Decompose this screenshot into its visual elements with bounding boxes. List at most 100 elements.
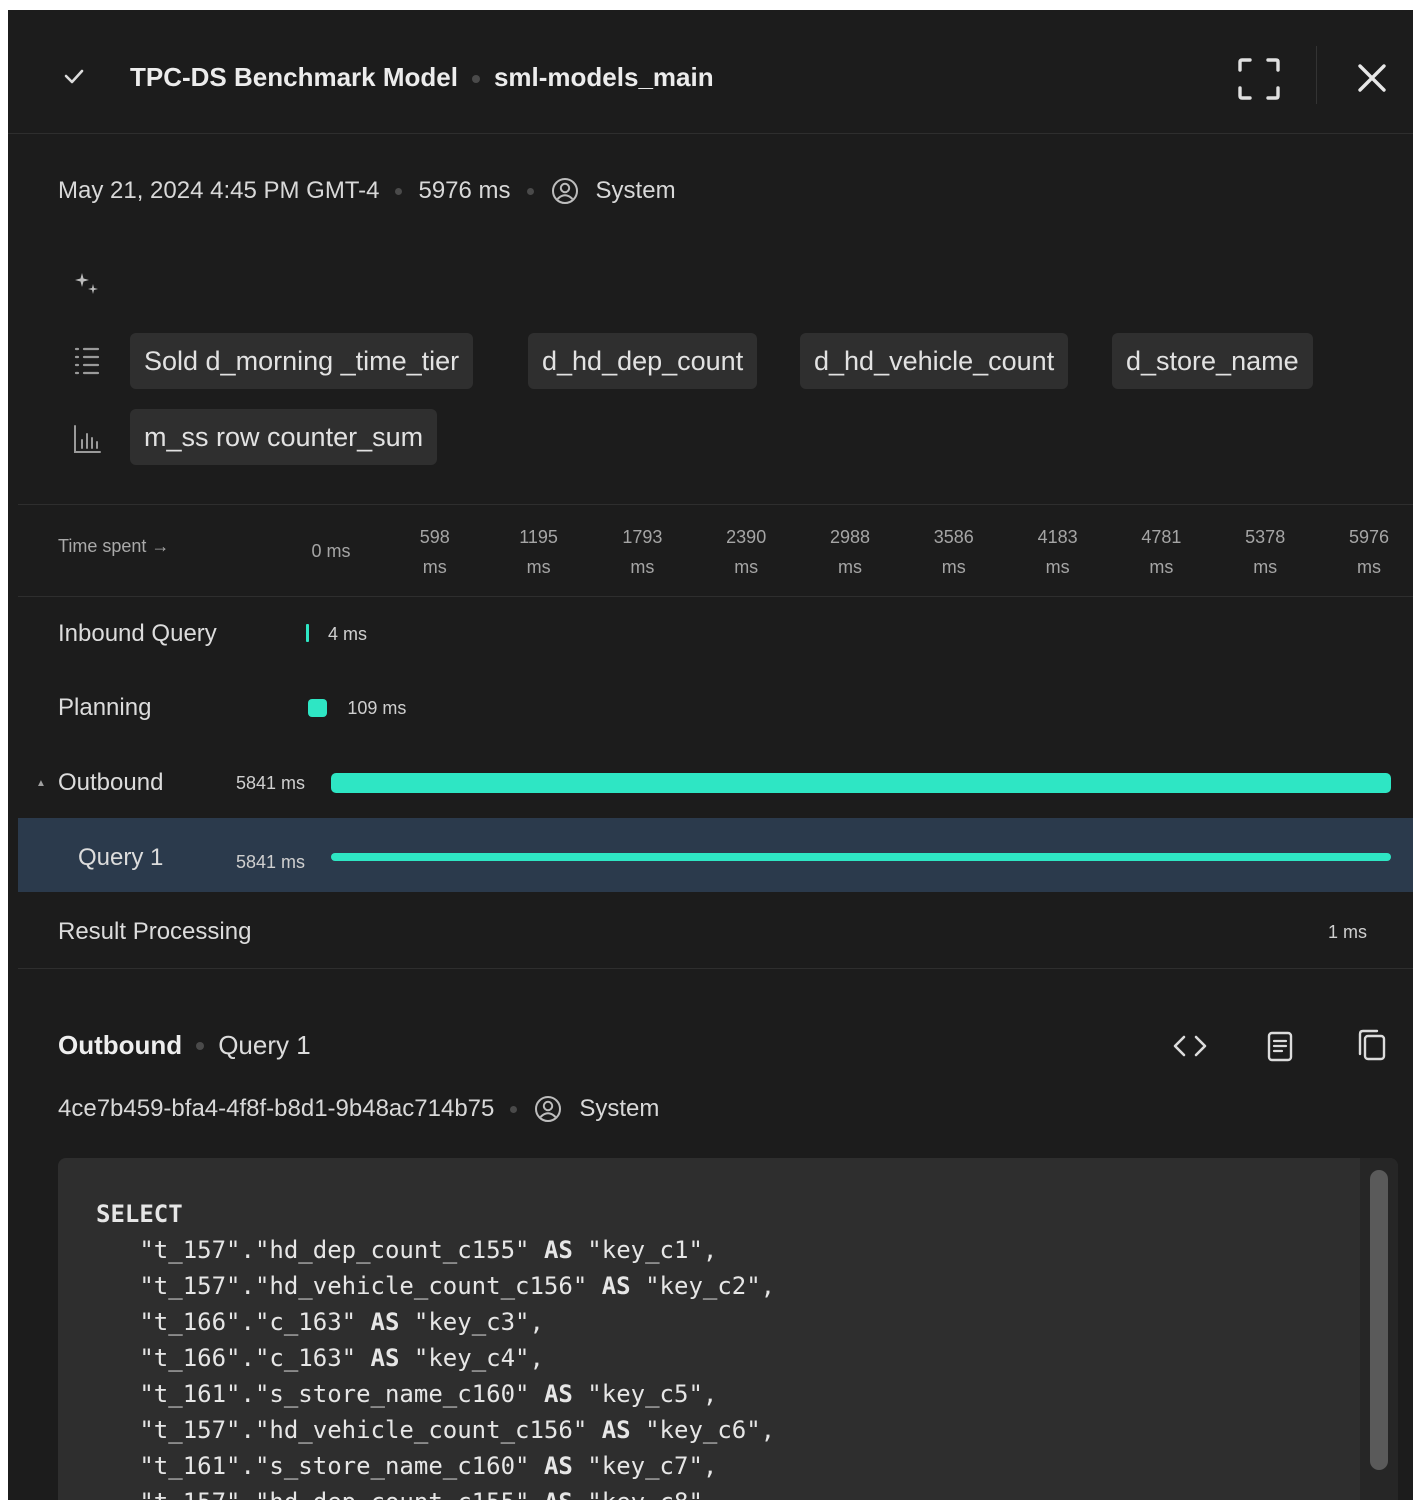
timeline-tick-value: 4781 (1141, 527, 1182, 547)
code-scrollbar-thumb[interactable] (1370, 1170, 1388, 1470)
collapse-caret-icon[interactable]: ▲ (36, 778, 46, 789)
timeline-tick-unit: ms (734, 557, 759, 577)
timeline-tick-value: 598 (419, 527, 450, 547)
timeline-bar-query-1[interactable] (331, 853, 1391, 861)
timeline-row-result-processing[interactable]: Result Processing (58, 918, 251, 946)
timeline-bar-outbound[interactable] (331, 773, 1391, 793)
separator-dot (395, 187, 403, 195)
sql-text: SELECT "t_157"."hd_dep_count_c155" AS "k… (96, 1196, 775, 1500)
timeline-tick-unit: ms (526, 557, 551, 577)
sql-keyword: AS (370, 1344, 400, 1372)
run-timestamp: May 21, 2024 4:45 PM GMT-4 (58, 177, 380, 204)
close-icon[interactable] (1352, 58, 1392, 98)
timeline-tick-value: 1195 (519, 527, 558, 547)
fullscreen-icon[interactable] (1236, 56, 1282, 102)
run-meta: May 21, 2024 4:45 PM GMT-4 5976 ms Syste… (58, 176, 676, 206)
timeline-label: Time spent → (58, 536, 170, 556)
divider (18, 504, 1413, 505)
query-id: 4ce7b459-bfa4-4f8f-b8d1-9b48ac714b75 (58, 1095, 495, 1122)
timeline-duration: 5841 ms (236, 773, 306, 793)
divider (18, 596, 1413, 597)
timeline-tick-unit: ms (1045, 557, 1070, 577)
timeline-duration: 4 ms (328, 624, 368, 644)
code-scrollbar[interactable] (1360, 1158, 1398, 1500)
model-name: TPC-DS Benchmark Model (130, 62, 458, 92)
timeline-tick: 5976 ms (1341, 522, 1397, 582)
user-circle-icon (551, 178, 578, 204)
query-detail-panel: TPC-DS Benchmark Model sml-models_main Ma… (8, 10, 1413, 1500)
query-meta: 4ce7b459-bfa4-4f8f-b8d1-9b48ac714b75 Sys… (58, 1094, 659, 1124)
dimension-chip[interactable]: d_store_name (1112, 333, 1313, 389)
timeline-duration: 109 ms (347, 698, 407, 718)
detail-section: Outbound (58, 1030, 183, 1060)
timeline-tick-unit: ms (422, 557, 447, 577)
sql-keyword: AS (543, 1236, 573, 1264)
timeline-duration: 1 ms (1328, 922, 1368, 942)
timeline-row-planning[interactable]: Planning (58, 694, 151, 722)
check-icon (64, 69, 84, 84)
sql-keyword: SELECT (96, 1200, 183, 1228)
separator-dot (510, 1105, 518, 1113)
timeline-tick: 4781 ms (1133, 522, 1189, 582)
run-duration: 5976 ms (418, 177, 511, 204)
timeline-tick-value: 0 ms (311, 541, 351, 561)
timeline-tick: 5378 ms (1237, 522, 1293, 582)
bar-chart-icon (74, 425, 101, 453)
timeline-row-inbound-query[interactable]: Inbound Query (58, 620, 217, 648)
list-icon (74, 347, 100, 375)
sql-keyword: AS (601, 1416, 631, 1444)
document-icon[interactable] (1260, 1026, 1300, 1066)
sql-keyword: AS (543, 1452, 573, 1480)
dimension-chip[interactable]: Sold d_morning _time_tier (130, 333, 474, 389)
timeline-tick: 0 ms (303, 536, 359, 566)
panel-header: TPC-DS Benchmark Model sml-models_main (8, 10, 1413, 134)
separator-dot (471, 75, 480, 84)
timeline-tick: 1195 ms (511, 522, 567, 582)
timeline-tick-value: 4183 (1037, 527, 1078, 547)
sql-keyword: AS (544, 1488, 573, 1500)
timeline-tick-value: 5976 (1348, 527, 1390, 547)
timeline-tick-value: 3586 (933, 527, 974, 547)
sql-code-block[interactable]: SELECT "t_157"."hd_dep_count_c155" AS "k… (58, 1158, 1398, 1500)
timeline-tick-unit: ms (630, 557, 655, 577)
timeline-tick: 2390 ms (718, 522, 774, 582)
timeline-tick: 598 ms (407, 522, 463, 582)
page-title: TPC-DS Benchmark Model sml-models_main (130, 62, 714, 93)
timeline-tick-unit: ms (1149, 557, 1174, 577)
separator-dot (196, 1041, 205, 1050)
timeline-tick-unit: ms (1253, 557, 1278, 577)
dimension-chip[interactable]: d_hd_dep_count (528, 333, 758, 389)
timeline-bar-planning[interactable] (308, 699, 328, 717)
query-user: System (579, 1095, 660, 1122)
separator-dot (526, 187, 534, 195)
timeline-tick: 1793 ms (614, 522, 670, 582)
user-circle-icon (535, 1096, 562, 1122)
header-divider (1316, 46, 1317, 104)
dimension-chip[interactable]: d_hd_vehicle_count (800, 333, 1069, 389)
timeline-bar-inbound-query[interactable] (306, 624, 309, 642)
catalog-name: sml-models_main (493, 62, 714, 92)
timeline-tick-unit: ms (1357, 557, 1381, 577)
run-user: System (595, 177, 676, 204)
sql-keyword: AS (601, 1272, 631, 1300)
timeline-row-query-1[interactable]: Query 1 (78, 844, 163, 872)
timeline-tick-value: 2390 (726, 527, 767, 547)
timeline-tick-value: 1793 (622, 527, 663, 547)
timeline-tick: 4183 ms (1030, 522, 1086, 582)
timeline-duration: 5841 ms (236, 852, 306, 872)
timeline-tick: 3586 ms (926, 522, 982, 582)
timeline-row-outbound[interactable]: Outbound (58, 769, 163, 797)
sql-keyword: AS (543, 1380, 573, 1408)
timeline-tick: 2988 ms (822, 522, 878, 582)
copy-icon[interactable] (1352, 1026, 1392, 1066)
timeline-tick-unit: ms (838, 557, 862, 577)
timeline-tick-value: 2988 (829, 527, 871, 547)
divider (18, 968, 1413, 969)
sparkle-icon (75, 273, 98, 294)
detail-title: Outbound Query 1 (58, 1030, 311, 1061)
timeline-tick-unit: ms (941, 557, 966, 577)
code-icon[interactable] (1170, 1026, 1210, 1066)
detail-item: Query 1 (218, 1030, 311, 1060)
measure-chip[interactable]: m_ss row counter_sum (130, 409, 438, 465)
timeline-tick-value: 5378 (1245, 527, 1286, 547)
